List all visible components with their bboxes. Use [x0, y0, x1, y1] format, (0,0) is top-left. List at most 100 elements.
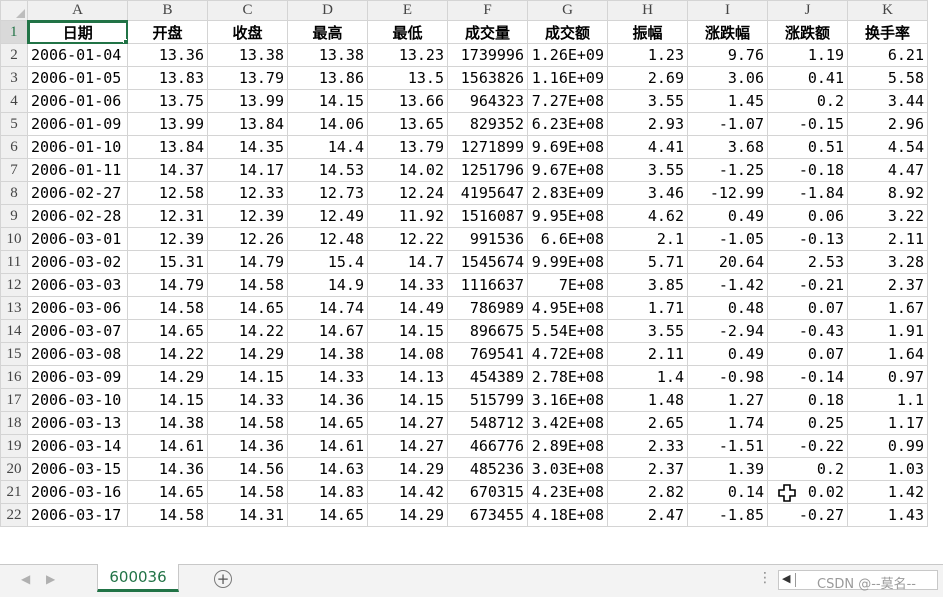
table-cell[interactable]: 2006-03-08: [27, 342, 128, 366]
table-cell[interactable]: 2006-03-06: [27, 296, 128, 320]
table-cell[interactable]: 14.38: [127, 411, 208, 435]
table-cell[interactable]: 2006-01-09: [27, 112, 128, 136]
table-cell[interactable]: 1516087: [447, 204, 528, 228]
table-cell[interactable]: 2.53: [767, 250, 848, 274]
table-cell[interactable]: 2.89E+08: [527, 434, 608, 458]
next-sheet-icon[interactable]: ▶: [46, 572, 55, 586]
table-cell[interactable]: -1.51: [687, 434, 768, 458]
table-cell[interactable]: 13.99: [127, 112, 208, 136]
table-cell[interactable]: -1.42: [687, 273, 768, 297]
table-cell[interactable]: 6.6E+08: [527, 227, 608, 251]
header-cell[interactable]: 成交额: [527, 20, 608, 44]
table-cell[interactable]: 13.84: [127, 135, 208, 159]
table-cell[interactable]: 13.5: [367, 66, 448, 90]
table-cell[interactable]: 2006-03-07: [27, 319, 128, 343]
header-cell[interactable]: 换手率: [847, 20, 928, 44]
table-cell[interactable]: 670315: [447, 480, 528, 504]
table-cell[interactable]: 14.27: [367, 434, 448, 458]
table-cell[interactable]: 2006-03-13: [27, 411, 128, 435]
table-cell[interactable]: 14.58: [127, 503, 208, 527]
table-cell[interactable]: 786989: [447, 296, 528, 320]
table-cell[interactable]: 3.03E+08: [527, 457, 608, 481]
table-cell[interactable]: 1.48: [607, 388, 688, 412]
table-cell[interactable]: 9.95E+08: [527, 204, 608, 228]
table-cell[interactable]: 14.58: [207, 411, 288, 435]
table-cell[interactable]: 2006-03-16: [27, 480, 128, 504]
table-cell[interactable]: 485236: [447, 457, 528, 481]
table-cell[interactable]: 14.15: [127, 388, 208, 412]
table-cell[interactable]: -0.21: [767, 273, 848, 297]
table-cell[interactable]: 964323: [447, 89, 528, 113]
table-cell[interactable]: 4.47: [847, 158, 928, 182]
table-cell[interactable]: 14.36: [207, 434, 288, 458]
table-cell[interactable]: 2.37: [607, 457, 688, 481]
table-cell[interactable]: 14.15: [207, 365, 288, 389]
table-cell[interactable]: 2.93: [607, 112, 688, 136]
table-cell[interactable]: 3.55: [607, 158, 688, 182]
row-number[interactable]: 14: [0, 319, 28, 343]
table-cell[interactable]: 2006-03-14: [27, 434, 128, 458]
table-cell[interactable]: 548712: [447, 411, 528, 435]
table-cell[interactable]: 2006-03-02: [27, 250, 128, 274]
table-cell[interactable]: 14.29: [367, 503, 448, 527]
table-cell[interactable]: 14.58: [207, 273, 288, 297]
table-cell[interactable]: 14.49: [367, 296, 448, 320]
table-cell[interactable]: 3.55: [607, 319, 688, 343]
table-cell[interactable]: 5.54E+08: [527, 319, 608, 343]
column-header-g[interactable]: G: [527, 0, 608, 21]
table-cell[interactable]: -1.85: [687, 503, 768, 527]
table-cell[interactable]: 15.4: [287, 250, 368, 274]
table-cell[interactable]: 13.79: [367, 135, 448, 159]
table-cell[interactable]: 0.25: [767, 411, 848, 435]
table-cell[interactable]: 0.14: [687, 480, 768, 504]
table-cell[interactable]: 3.55: [607, 89, 688, 113]
table-cell[interactable]: 5.71: [607, 250, 688, 274]
table-cell[interactable]: -2.94: [687, 319, 768, 343]
table-cell[interactable]: 14.29: [367, 457, 448, 481]
row-number[interactable]: 17: [0, 388, 28, 412]
table-cell[interactable]: 13.36: [127, 43, 208, 67]
table-cell[interactable]: 14.37: [127, 158, 208, 182]
table-cell[interactable]: 14.53: [287, 158, 368, 182]
table-cell[interactable]: 14.22: [207, 319, 288, 343]
table-cell[interactable]: 1.16E+09: [527, 66, 608, 90]
table-cell[interactable]: 13.84: [207, 112, 288, 136]
row-number[interactable]: 22: [0, 503, 28, 527]
table-cell[interactable]: 1.43: [847, 503, 928, 527]
table-cell[interactable]: 1251796: [447, 158, 528, 182]
table-cell[interactable]: 14.22: [127, 342, 208, 366]
table-cell[interactable]: 14.35: [207, 135, 288, 159]
table-cell[interactable]: 13.75: [127, 89, 208, 113]
table-cell[interactable]: 1.91: [847, 319, 928, 343]
scroll-left-icon[interactable]: ◀: [782, 572, 790, 585]
table-cell[interactable]: 1.71: [607, 296, 688, 320]
row-number[interactable]: 5: [0, 112, 28, 136]
table-cell[interactable]: 829352: [447, 112, 528, 136]
table-cell[interactable]: 12.22: [367, 227, 448, 251]
table-cell[interactable]: 2.37: [847, 273, 928, 297]
column-header-a[interactable]: A: [27, 0, 128, 22]
table-cell[interactable]: 2006-03-09: [27, 365, 128, 389]
table-cell[interactable]: 12.26: [207, 227, 288, 251]
table-cell[interactable]: 896675: [447, 319, 528, 343]
table-cell[interactable]: 2006-03-15: [27, 457, 128, 481]
table-cell[interactable]: 12.49: [287, 204, 368, 228]
column-header-h[interactable]: H: [607, 0, 688, 21]
table-cell[interactable]: 2006-01-05: [27, 66, 128, 90]
table-cell[interactable]: 12.39: [127, 227, 208, 251]
table-cell[interactable]: 14.36: [127, 457, 208, 481]
table-cell[interactable]: 1.17: [847, 411, 928, 435]
row-number[interactable]: 16: [0, 365, 28, 389]
table-cell[interactable]: 12.39: [207, 204, 288, 228]
table-cell[interactable]: 6.21: [847, 43, 928, 67]
row-number[interactable]: 13: [0, 296, 28, 320]
table-cell[interactable]: 2.82: [607, 480, 688, 504]
table-cell[interactable]: 1.45: [687, 89, 768, 113]
column-header-i[interactable]: I: [687, 0, 768, 21]
row-number[interactable]: 18: [0, 411, 28, 435]
table-cell[interactable]: 2.65: [607, 411, 688, 435]
table-cell[interactable]: 0.2: [767, 89, 848, 113]
table-cell[interactable]: 1.42: [847, 480, 928, 504]
table-cell[interactable]: 7.27E+08: [527, 89, 608, 113]
table-cell[interactable]: -0.27: [767, 503, 848, 527]
